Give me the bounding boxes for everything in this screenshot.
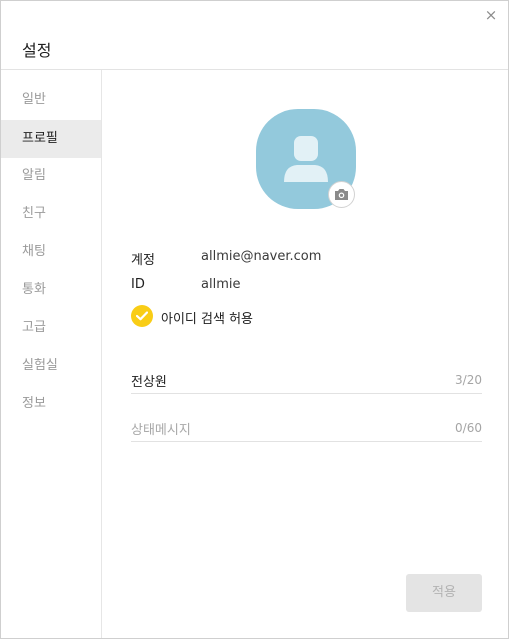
sidebar-item-notifications[interactable]: 알림 xyxy=(1,157,101,195)
sidebar-item-advanced[interactable]: 고급 xyxy=(1,309,101,347)
camera-icon xyxy=(335,189,348,200)
name-char-count: 3/20 xyxy=(455,373,482,387)
status-message-field[interactable]: 상태메시지 0/60 xyxy=(131,416,482,442)
id-value: allmie xyxy=(201,277,241,292)
close-icon[interactable]: × xyxy=(483,7,499,23)
status-message-input[interactable]: 상태메시지 xyxy=(131,419,191,438)
change-photo-button[interactable] xyxy=(328,181,355,208)
id-label: ID xyxy=(131,277,145,292)
name-input[interactable]: 전상원 xyxy=(131,371,167,390)
status-char-count: 0/60 xyxy=(455,421,482,435)
name-field[interactable]: 전상원 3/20 xyxy=(131,368,482,394)
account-label: 계정 xyxy=(131,253,155,268)
sidebar-item-general[interactable]: 일반 xyxy=(1,81,101,119)
allow-id-search-label: 아이디 검색 허용 xyxy=(161,312,253,327)
apply-button[interactable]: 적용 xyxy=(406,574,482,612)
checkmark-icon[interactable] xyxy=(131,305,153,327)
sidebar-item-chats[interactable]: 채팅 xyxy=(1,233,101,271)
window-title: 설정 xyxy=(22,41,52,60)
sidebar-item-about[interactable]: 정보 xyxy=(1,385,101,423)
settings-window: × 설정 일반 프로필 알림 친구 채팅 통화 고급 실험실 정보 계정 all… xyxy=(0,0,509,639)
profile-avatar-area xyxy=(256,109,356,209)
sidebar-item-labs[interactable]: 실험실 xyxy=(1,347,101,385)
sidebar-item-profile[interactable]: 프로필 xyxy=(1,120,101,158)
sidebar-item-friends[interactable]: 친구 xyxy=(1,195,101,233)
sidebar-item-calls[interactable]: 통화 xyxy=(1,271,101,309)
settings-sidebar: 일반 프로필 알림 친구 채팅 통화 고급 실험실 정보 xyxy=(1,70,102,638)
account-value: allmie@naver.com xyxy=(201,249,322,264)
